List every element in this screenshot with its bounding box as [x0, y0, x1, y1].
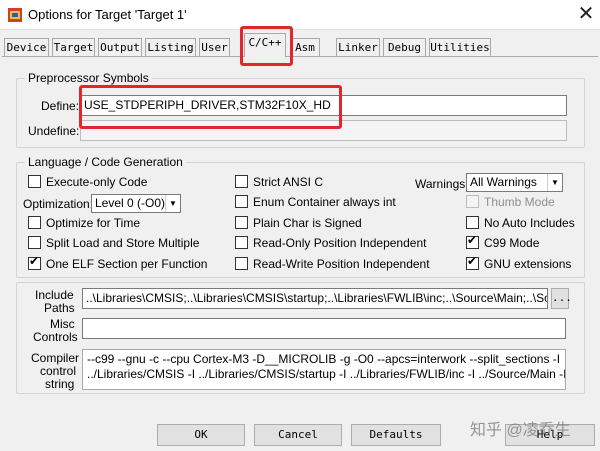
include-browse-button[interactable]: ... — [551, 288, 572, 309]
gnu-ext-label: GNU extensions — [484, 257, 572, 271]
one-elf-checkbox[interactable]: ✔ — [28, 254, 41, 270]
include-paths-input[interactable]: ..\Libraries\CMSIS;..\Libraries\CMSIS\st… — [82, 288, 548, 309]
plain-char-checkbox[interactable] — [235, 216, 248, 229]
tab-user[interactable]: User — [199, 38, 230, 57]
tab-output[interactable]: Output — [98, 38, 142, 57]
no-auto-includes-checkbox[interactable] — [466, 216, 479, 229]
c99-mode-label: C99 Mode — [484, 236, 540, 250]
optimization-select[interactable]: Level 0 (-O0) ▼ — [91, 194, 181, 213]
compiler-control-string[interactable]: --c99 --gnu -c --cpu Cortex-M3 -D__MICRO… — [82, 349, 566, 390]
chevron-down-icon: ▼ — [547, 174, 562, 191]
define-label: Define: — [41, 99, 80, 113]
check-icon: ✔ — [467, 254, 478, 268]
highlight-box-tab — [240, 26, 293, 66]
window-title: Options for Target 'Target 1' — [28, 7, 187, 22]
cancel-button[interactable]: Cancel — [254, 424, 342, 446]
ro-pi-label: Read-Only Position Independent — [253, 236, 427, 250]
misc-label-1: Misc — [50, 317, 75, 331]
compiler-label-3: string — [45, 377, 75, 391]
warnings-select[interactable]: All Warnings ▼ — [466, 173, 563, 192]
optimize-time-label: Optimize for Time — [46, 216, 141, 230]
highlight-box-define — [79, 85, 342, 129]
enum-int-checkbox[interactable] — [235, 195, 248, 208]
execute-only-checkbox[interactable] — [28, 175, 41, 188]
split-load-label: Split Load and Store Multiple — [46, 236, 200, 250]
optimization-value: Level 0 (-O0) — [95, 196, 166, 210]
codegen-legend: Language / Code Generation — [25, 155, 186, 169]
preprocessor-legend: Preprocessor Symbols — [25, 71, 152, 85]
misc-controls-input[interactable] — [82, 318, 566, 339]
tab-target[interactable]: Target — [52, 38, 95, 57]
include-label-1: Include — [35, 288, 74, 302]
include-label-2: Paths — [44, 301, 75, 315]
split-load-checkbox[interactable] — [28, 236, 41, 249]
optimize-time-checkbox[interactable] — [28, 216, 41, 229]
compiler-label-1: Compiler — [31, 351, 80, 365]
compiler-line-1: --c99 --gnu -c --cpu Cortex-M3 -D__MICRO… — [87, 352, 561, 366]
defaults-button[interactable]: Defaults — [351, 424, 441, 446]
tab-device[interactable]: Device — [4, 38, 49, 57]
ok-button[interactable]: OK — [157, 424, 245, 446]
strict-ansi-checkbox[interactable] — [235, 175, 248, 188]
tab-asm[interactable]: Asm — [290, 38, 320, 57]
warnings-label: Warnings: — [415, 177, 469, 191]
warnings-value: All Warnings — [470, 175, 537, 189]
plain-char-label: Plain Char is Signed — [253, 216, 362, 230]
compiler-label-2: control — [40, 364, 77, 378]
thumb-mode-checkbox[interactable] — [466, 195, 479, 208]
tab-listing[interactable]: Listing — [145, 38, 196, 57]
compiler-line-2: ../Libraries/CMSIS -I ../Libraries/CMSIS… — [87, 367, 566, 381]
execute-only-label: Execute-only Code — [46, 175, 148, 189]
rw-pi-label: Read-Write Position Independent — [253, 257, 430, 271]
thumb-mode-label: Thumb Mode — [484, 195, 555, 209]
close-icon[interactable]: ✕ — [574, 2, 598, 26]
optimization-label: Optimization: — [23, 197, 94, 211]
tab-linker[interactable]: Linker — [336, 38, 380, 57]
one-elf-label: One ELF Section per Function — [46, 257, 208, 271]
gnu-ext-checkbox[interactable]: ✔ — [466, 254, 479, 270]
tab-divider — [2, 56, 598, 57]
check-icon: ✔ — [29, 254, 40, 268]
chevron-down-icon: ▼ — [165, 195, 180, 212]
app-icon — [8, 8, 22, 22]
watermark: 知乎 @凌乔生 — [470, 422, 571, 439]
strict-ansi-label: Strict ANSI C — [253, 175, 324, 189]
tab-debug[interactable]: Debug — [383, 38, 426, 57]
c99-mode-checkbox[interactable]: ✔ — [466, 233, 479, 249]
undefine-label: Undefine: — [28, 124, 80, 138]
rw-pi-checkbox[interactable] — [235, 257, 248, 270]
misc-label-2: Controls — [33, 330, 78, 344]
ro-pi-checkbox[interactable] — [235, 236, 248, 249]
tab-utilities[interactable]: Utilities — [429, 38, 491, 57]
enum-int-label: Enum Container always int — [253, 195, 396, 209]
check-icon: ✔ — [467, 233, 478, 247]
no-auto-includes-label: No Auto Includes — [484, 216, 575, 230]
